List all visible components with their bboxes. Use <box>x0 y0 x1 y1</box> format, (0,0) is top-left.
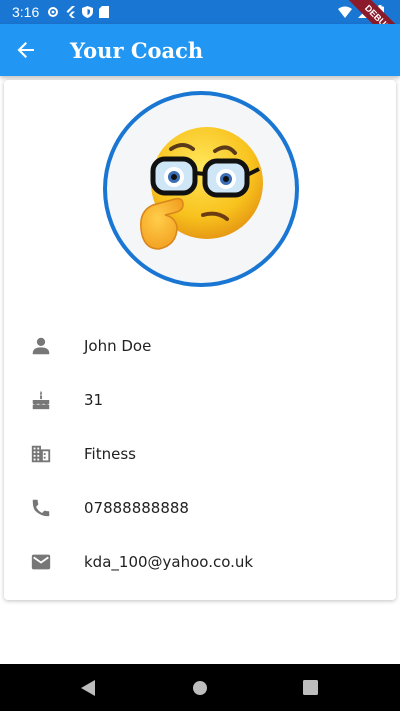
wifi-icon <box>338 6 352 18</box>
info-row-name: John Doe <box>4 319 396 373</box>
flutter-icon <box>66 6 76 18</box>
info-row-email[interactable]: kda_100@yahoo.co.uk <box>4 535 396 589</box>
cake-icon <box>32 390 50 410</box>
status-icons-left <box>47 6 110 18</box>
name-text: John Doe <box>84 337 152 355</box>
thinking-emoji-icon <box>140 127 263 250</box>
profile-card: John Doe 31 Fitness 07888888888 kda_100@… <box>4 80 396 600</box>
nav-home-icon[interactable] <box>192 680 208 696</box>
business-text: Fitness <box>84 445 136 463</box>
nav-recent-icon[interactable] <box>303 680 318 695</box>
app-bar: Your Coach <box>0 24 400 76</box>
email-icon <box>31 554 51 570</box>
sd-card-icon <box>99 6 110 18</box>
gear-icon <box>48 7 59 17</box>
phone-text[interactable]: 07888888888 <box>84 499 189 517</box>
info-row-age: 31 <box>4 373 396 427</box>
status-bar: 3:16 DEBUG <box>0 0 400 60</box>
status-time: 3:16 <box>12 4 40 20</box>
nav-back-icon[interactable] <box>81 680 96 696</box>
info-row-phone[interactable]: 07888888888 <box>4 481 396 535</box>
business-icon <box>31 445 51 463</box>
shield-icon <box>82 6 94 18</box>
info-row-business: Fitness <box>4 427 396 481</box>
page-title: Your Coach <box>70 37 204 63</box>
phone-icon <box>32 499 50 517</box>
system-nav-bar <box>0 664 400 711</box>
avatar <box>103 91 299 287</box>
back-button[interactable] <box>0 24 52 76</box>
email-text[interactable]: kda_100@yahoo.co.uk <box>84 553 253 571</box>
arrow-back-icon <box>17 42 34 58</box>
person-icon <box>32 337 50 355</box>
age-text: 31 <box>84 391 104 409</box>
